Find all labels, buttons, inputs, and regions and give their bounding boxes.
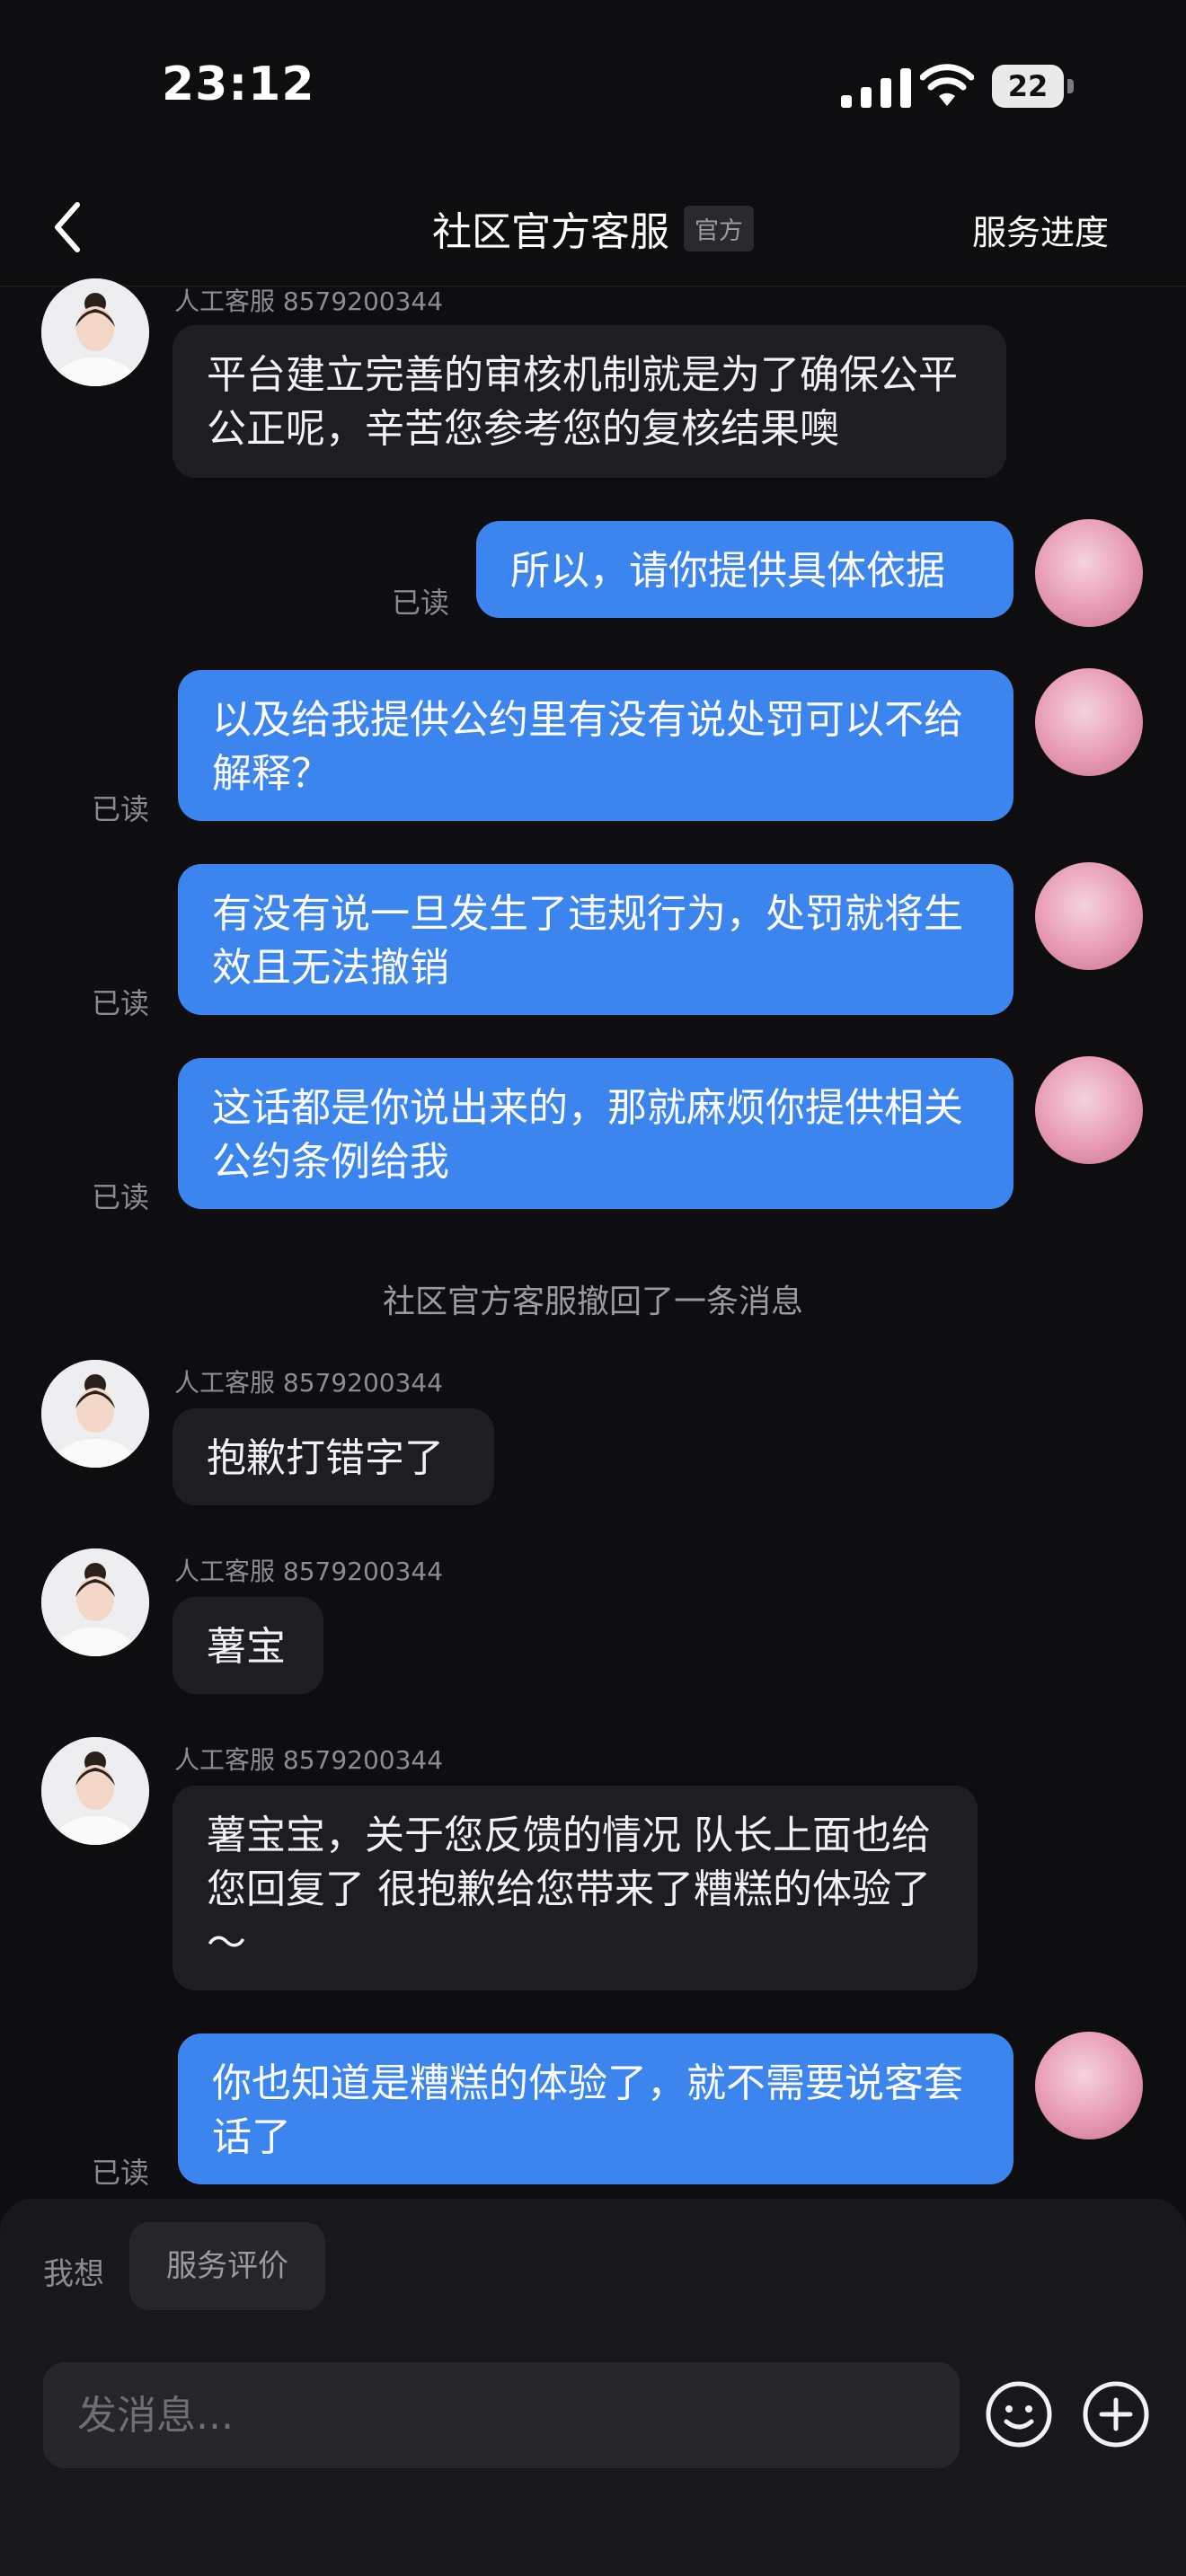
sender-label: 人工客服 8579200344 <box>174 1745 444 1775</box>
status-bar: 23:12 22 <box>0 0 1186 171</box>
read-status: 已读 <box>392 586 450 620</box>
read-status: 已读 <box>92 2156 150 2190</box>
agent-portrait-icon <box>41 1737 149 1845</box>
user-avatar[interactable] <box>1035 519 1143 627</box>
outgoing-message-bubble[interactable]: 所以，请你提供具体依据 <box>476 521 1013 618</box>
emoji-icon[interactable] <box>985 2380 1053 2448</box>
page-title: 社区官方客服 <box>432 209 669 255</box>
nav-bar: 社区官方客服 官方 服务进度 <box>0 171 1186 287</box>
battery-icon: 22 <box>992 65 1074 108</box>
incoming-message-bubble[interactable]: 薯宝宝，关于您反馈的情况 队长上面也给您回复了 很抱歉给您带来了糟糕的体验了～ <box>173 1786 978 1990</box>
user-avatar[interactable] <box>1035 1056 1143 1164</box>
back-arrow-icon[interactable] <box>41 196 95 259</box>
outgoing-message-bubble[interactable]: 你也知道是糟糕的体验了，就不需要说客套话了 <box>178 2033 1013 2184</box>
agent-avatar[interactable] <box>41 1360 149 1468</box>
user-avatar[interactable] <box>1035 862 1143 970</box>
agent-avatar[interactable] <box>41 1737 149 1845</box>
sender-label: 人工客服 8579200344 <box>174 1368 444 1398</box>
service-rating-chip[interactable]: 服务评价 <box>129 2222 325 2310</box>
battery-level: 22 <box>1007 69 1049 103</box>
cellular-signal-icon <box>841 68 911 108</box>
quick-action-label: 我想 <box>43 2256 104 2292</box>
message-input[interactable] <box>43 2362 960 2468</box>
agent-portrait-icon <box>41 1548 149 1656</box>
agent-avatar[interactable] <box>41 278 149 386</box>
wifi-icon <box>920 64 974 106</box>
composer-panel: 我想 服务评价 <box>0 2199 1186 2576</box>
read-status: 已读 <box>92 792 150 826</box>
outgoing-message-bubble[interactable]: 以及给我提供公约里有没有说处罚可以不给解释？ <box>178 670 1013 821</box>
official-badge: 官方 <box>684 205 754 251</box>
recall-notice: 社区官方客服撤回了一条消息 <box>382 1284 803 1320</box>
outgoing-message-bubble[interactable]: 有没有说一旦发生了违规行为，处罚就将生效且无法撤销 <box>178 864 1013 1015</box>
agent-avatar[interactable] <box>41 1548 149 1656</box>
sender-label: 人工客服 8579200344 <box>174 287 444 316</box>
incoming-message-bubble[interactable]: 薯宝 <box>173 1597 323 1694</box>
agent-portrait-icon <box>41 1360 149 1468</box>
user-avatar[interactable] <box>1035 668 1143 776</box>
read-status: 已读 <box>92 1180 150 1214</box>
message-input-box[interactable] <box>43 2362 960 2468</box>
incoming-message-bubble[interactable]: 平台建立完善的审核机制就是为了确保公平公正呢，辛苦您参考您的复核结果噢 <box>173 325 1006 478</box>
incoming-message-bubble[interactable]: 抱歉打错字了 <box>173 1408 494 1505</box>
user-avatar[interactable] <box>1035 2032 1143 2139</box>
plus-icon[interactable] <box>1082 2380 1150 2448</box>
read-status: 已读 <box>92 986 150 1020</box>
service-progress-button[interactable]: 服务进度 <box>972 205 1109 254</box>
outgoing-message-bubble[interactable]: 这话都是你说出来的，那就麻烦你提供相关公约条例给我 <box>178 1058 1013 1209</box>
sender-label: 人工客服 8579200344 <box>174 1557 444 1586</box>
status-time: 23:12 <box>162 57 315 111</box>
agent-portrait-icon <box>41 278 149 386</box>
